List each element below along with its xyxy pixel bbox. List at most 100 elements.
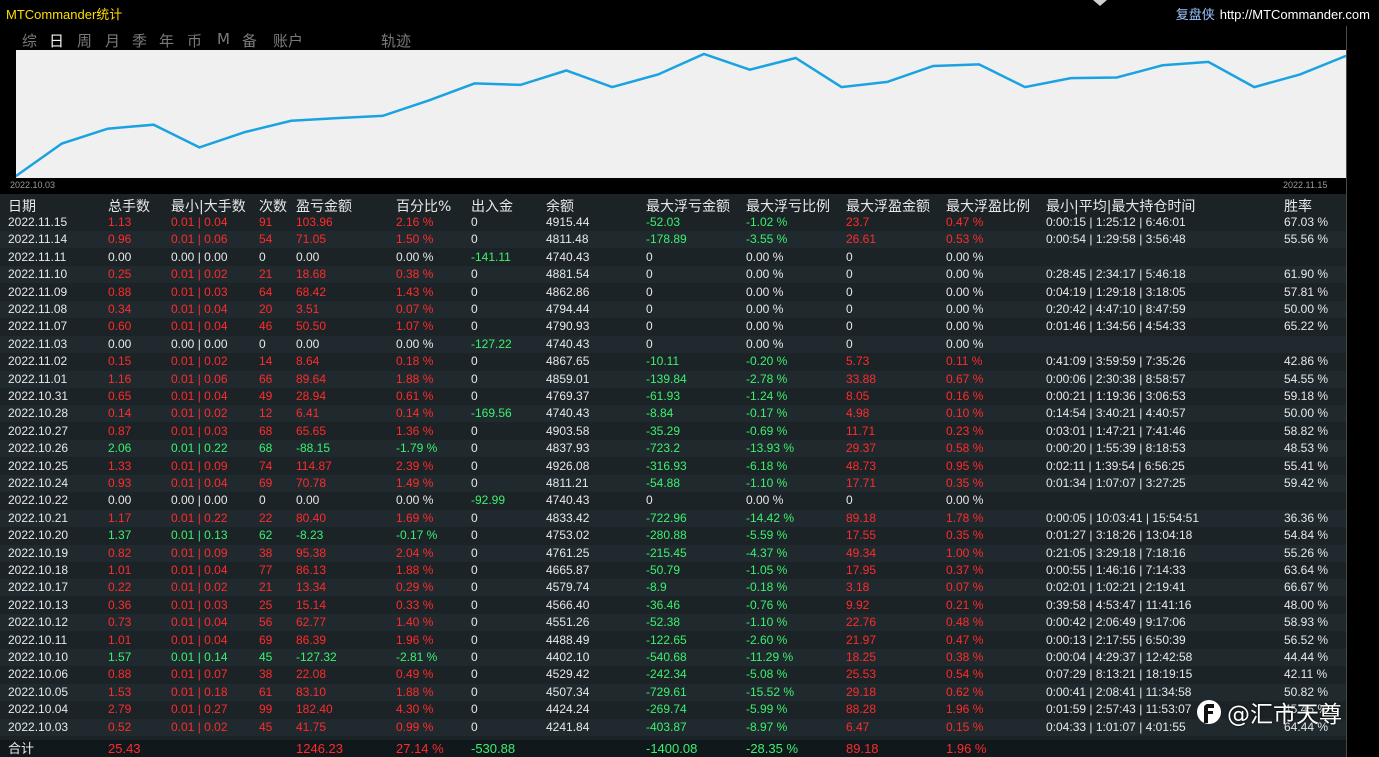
cell-max-float-profit-pct: 0.67 % bbox=[946, 371, 984, 386]
table-row[interactable]: 2022.11.09 0.88 0.01 | 0.03 64 68.42 1.43 % 0 4… bbox=[0, 284, 1346, 301]
table-row[interactable]: 2022.11.15 1.13 0.01 | 0.04 91 103.96 2.16 % 0… bbox=[0, 214, 1346, 231]
table-row[interactable]: 2022.11.03 0.00 0.00 | 0.00 0 0.00 0.00 % -127… bbox=[0, 335, 1346, 353]
table-row[interactable]: 2022.10.03 0.52 0.01 | 0.02 45 41.75 0.99 % 0 4… bbox=[0, 718, 1346, 736]
table-row[interactable]: 2022.11.11 0.00 0.00 | 0.00 0 0.00 0.00 % -141… bbox=[0, 249, 1346, 266]
header-count[interactable]: 次数 bbox=[259, 196, 287, 216]
cell-max-float-loss-pct: -0.18 % bbox=[746, 580, 788, 595]
tab-2[interactable]: 周 bbox=[77, 30, 92, 51]
header-max-float-profit-pct[interactable]: 最大浮盈比例 bbox=[946, 196, 1030, 216]
cell-pnl: 103.96 bbox=[296, 215, 333, 229]
tab-7[interactable]: M bbox=[217, 30, 230, 48]
table-row[interactable]: 2022.10.17 0.22 0.01 | 0.02 21 13.34 0.29 % 0 4… bbox=[0, 579, 1346, 597]
table-row[interactable]: 2022.10.31 0.65 0.01 | 0.04 49 28.94 0.61 % 0 4… bbox=[0, 388, 1346, 405]
table-row[interactable]: 2022.10.10 1.57 0.01 | 0.14 45 -127.32 -2.81 … bbox=[0, 649, 1346, 666]
cell-min-max-lots: 0.01 | 0.03 bbox=[171, 423, 228, 438]
cell-min-max-lots: 0.01 | 0.03 bbox=[171, 597, 228, 612]
header-max-float-loss-pct[interactable]: 最大浮亏比例 bbox=[746, 196, 830, 216]
tab-3[interactable]: 月 bbox=[105, 30, 120, 51]
table-row[interactable]: 2022.10.18 1.01 0.01 | 0.04 77 86.13 1.88 % 0 4… bbox=[0, 562, 1346, 579]
table-row[interactable]: 2022.10.24 0.93 0.01 | 0.04 69 70.78 1.49 % 0 4… bbox=[0, 475, 1346, 492]
tab-1[interactable]: 日 bbox=[49, 30, 64, 51]
header-min-max-lots[interactable]: 最小|大手数 bbox=[171, 196, 246, 216]
tab-4[interactable]: 季 bbox=[132, 30, 147, 51]
equity-point bbox=[1161, 64, 1164, 67]
table-row[interactable]: 2022.10.26 2.06 0.01 | 0.22 68 -88.15 -1.79 %… bbox=[0, 440, 1346, 458]
cell-lots: 0.00 bbox=[108, 249, 132, 264]
table-row[interactable]: 2022.10.20 1.37 0.01 | 0.13 62 -8.23 -0.17 % 0… bbox=[0, 527, 1346, 544]
table-row[interactable]: 2022.10.06 0.88 0.01 | 0.07 38 22.08 0.49 % 0 4… bbox=[0, 666, 1346, 683]
cell-max-float-loss: -178.89 bbox=[646, 232, 687, 247]
cell-min-max-lots: 0.01 | 0.02 bbox=[171, 354, 228, 369]
table-row[interactable]: 2022.10.12 0.73 0.01 | 0.04 56 62.77 1.40 % 0 4… bbox=[0, 614, 1346, 632]
cell-max-float-profit-pct: 0.35 % bbox=[946, 476, 984, 490]
cell-max-float-profit-pct: 0.00 % bbox=[946, 267, 984, 282]
cell-max-float-loss-pct: -13.93 % bbox=[746, 441, 795, 456]
cell-max-float-profit-pct: 0.07 % bbox=[946, 580, 984, 595]
cell-pnl: 95.38 bbox=[296, 545, 327, 560]
tab-5[interactable]: 年 bbox=[159, 30, 174, 51]
cell-max-float-loss: 0 bbox=[646, 249, 653, 264]
table-row[interactable]: 2022.10.04 2.79 0.01 | 0.27 99 182.40 4.30 % 0… bbox=[0, 701, 1346, 718]
cell-max-float-profit-pct: 0.47 % bbox=[946, 215, 984, 229]
cell-max-float-profit-pct: 0.35 % bbox=[946, 528, 984, 543]
cell-max-float-loss: -52.03 bbox=[646, 215, 681, 229]
header-balance[interactable]: 余额 bbox=[546, 196, 574, 216]
table-row[interactable]: 2022.10.25 1.33 0.01 | 0.09 74 114.87 2.39 % 0… bbox=[0, 458, 1346, 475]
header-hold-time[interactable]: 最小|平均|最大持仓时间 bbox=[1046, 196, 1195, 216]
cell-max-float-loss-pct: -4.37 % bbox=[746, 545, 788, 560]
cell-min-max-lots: 0.01 | 0.27 bbox=[171, 702, 228, 717]
cell-io: 0 bbox=[471, 615, 478, 630]
cell-io: 0 bbox=[471, 389, 478, 403]
cell-max-float-profit: 0 bbox=[846, 249, 853, 264]
cell-min-max-lots: 0.01 | 0.04 bbox=[171, 632, 228, 647]
tab-0[interactable]: 综 bbox=[22, 30, 37, 51]
header-max-float-loss[interactable]: 最大浮亏金额 bbox=[646, 196, 730, 216]
equity-point bbox=[1253, 86, 1256, 89]
cell-max-float-profit: 26.61 bbox=[846, 232, 877, 247]
header-date[interactable]: 日期 bbox=[8, 196, 36, 216]
table-row[interactable]: 2022.10.28 0.14 0.01 | 0.02 12 6.41 0.14 % -16… bbox=[0, 405, 1346, 423]
tab-9[interactable]: 账户 bbox=[273, 30, 303, 51]
dropdown-notch-icon[interactable] bbox=[1093, 0, 1107, 6]
cell-winrate: 55.26 % bbox=[1284, 545, 1329, 560]
brand-url-link[interactable]: http://MTCommander.com bbox=[1220, 7, 1370, 22]
app-title: MTCommander统计 bbox=[6, 7, 123, 22]
header-pnl[interactable]: 盈亏金额 bbox=[296, 196, 352, 216]
table-row[interactable]: 2022.10.05 1.53 0.01 | 0.18 61 83.10 1.88 % 0 4… bbox=[0, 683, 1346, 701]
table-row[interactable]: 2022.10.11 1.01 0.01 | 0.04 69 86.39 1.96 % 0 4… bbox=[0, 632, 1346, 649]
header-winrate[interactable]: 胜率 bbox=[1284, 196, 1312, 216]
tab-6[interactable]: 币 bbox=[187, 30, 202, 51]
cell-max-float-loss: -280.88 bbox=[646, 528, 687, 543]
table-row[interactable]: 2022.10.27 0.87 0.01 | 0.03 68 65.65 1.36 % 0 4… bbox=[0, 423, 1346, 440]
cell-max-float-loss: -8.9 bbox=[646, 580, 667, 595]
tab-10[interactable]: 轨迹 bbox=[381, 30, 411, 51]
stats-table: 2022.11.15 1.13 0.01 | 0.04 91 103.96 2.16 % 0… bbox=[0, 194, 1346, 757]
table-row[interactable]: 2022.10.21 1.17 0.01 | 0.22 22 80.40 1.69 % 0 4… bbox=[0, 509, 1346, 527]
table-row[interactable]: 2022.10.13 0.36 0.01 | 0.03 25 15.14 0.33 % 0 4… bbox=[0, 597, 1346, 614]
table-row[interactable]: 2022.11.07 0.60 0.01 | 0.04 46 50.50 1.07 % 0 4… bbox=[0, 318, 1346, 335]
cell-max-float-loss-pct: -0.20 % bbox=[746, 354, 788, 369]
cell-balance: 4867.65 bbox=[546, 354, 590, 369]
tab-8[interactable]: 备 bbox=[242, 30, 257, 51]
header-total-lots[interactable]: 总手数 bbox=[108, 196, 150, 216]
table-row[interactable]: 2022.11.10 0.25 0.01 | 0.02 21 18.68 0.38 % 0 4… bbox=[0, 266, 1346, 284]
table-row[interactable]: 2022.10.19 0.82 0.01 | 0.09 38 95.38 2.04 % 0 4… bbox=[0, 544, 1346, 562]
header-max-float-profit[interactable]: 最大浮盈金额 bbox=[846, 196, 930, 216]
cell-count: 77 bbox=[259, 563, 273, 577]
cell-lots: 0.00 bbox=[108, 336, 132, 351]
header-io[interactable]: 出入金 bbox=[471, 196, 513, 216]
table-row[interactable]: 2022.10.22 0.00 0.00 | 0.00 0 0.00 0.00 % -92.… bbox=[0, 492, 1346, 509]
table-row[interactable]: 2022.11.01 1.16 0.01 | 0.06 66 89.64 1.88 % 0 4… bbox=[0, 370, 1346, 388]
table-row[interactable]: 2022.11.14 0.96 0.01 | 0.06 54 71.05 1.50 % 0 4… bbox=[0, 231, 1346, 249]
equity-point bbox=[1207, 60, 1210, 63]
header-percent[interactable]: 百分比% bbox=[396, 196, 451, 216]
cell-lots: 1.53 bbox=[108, 684, 132, 699]
cell-min-max-lots: 0.01 | 0.02 bbox=[171, 267, 228, 282]
table-row[interactable]: 2022.11.02 0.15 0.01 | 0.02 14 8.64 0.18 % 0 48… bbox=[0, 353, 1346, 370]
cell-max-float-loss: -35.29 bbox=[646, 423, 681, 438]
cell-lots: 0.00 bbox=[108, 493, 132, 508]
cell-percent: 1.96 % bbox=[396, 632, 434, 647]
table-row[interactable]: 2022.11.08 0.34 0.01 | 0.04 20 3.51 0.07 % 0 47… bbox=[0, 301, 1346, 318]
cell-max-float-profit-pct: 0.00 % bbox=[946, 336, 984, 351]
equity-point bbox=[794, 57, 797, 60]
